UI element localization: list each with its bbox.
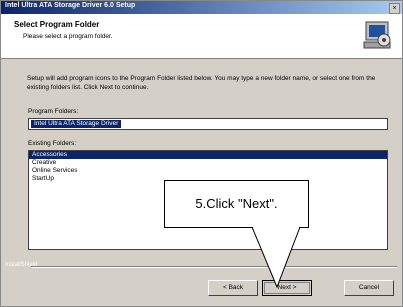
callout-pointer-join [253,226,299,228]
